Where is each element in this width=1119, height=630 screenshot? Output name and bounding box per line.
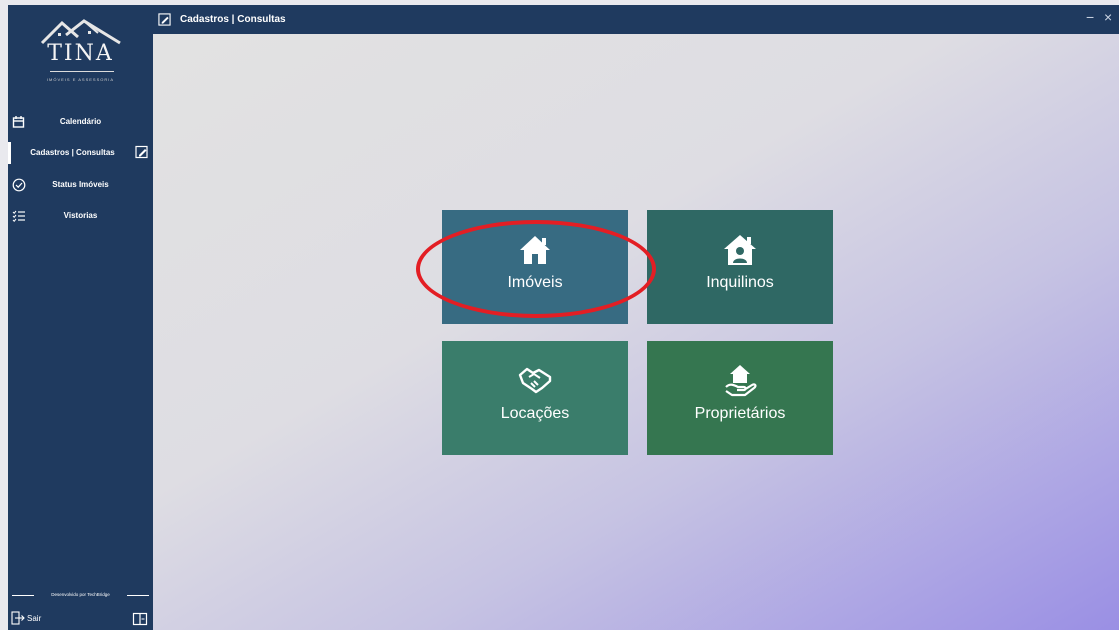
sidebar-item-calendario[interactable]: Calendário xyxy=(8,109,153,135)
tile-label: Inquilinos xyxy=(706,274,774,291)
sidebar-item-cadastros[interactable]: Cadastros | Consultas xyxy=(8,140,153,166)
minimize-button[interactable]: − xyxy=(1086,9,1094,25)
handshake-icon xyxy=(518,367,552,394)
close-button[interactable]: × xyxy=(1104,9,1112,25)
logout-button[interactable]: Sair xyxy=(11,611,71,627)
tile-locacoes[interactable]: Locações xyxy=(442,341,628,455)
sidebar-item-label: Calendário xyxy=(59,117,102,126)
sidebar: TINA IMÓVEIS E ASSESSORIA Calendário Cad… xyxy=(8,5,153,630)
house-in-hand-icon xyxy=(725,365,757,397)
logo-divider xyxy=(50,71,114,72)
credit-divider xyxy=(127,595,149,596)
main-content: Imóveis Inquilinos Locações Proprietário… xyxy=(153,34,1119,630)
sidebar-item-label: Cadastros | Consultas xyxy=(30,148,115,157)
logout-icon xyxy=(11,611,25,625)
tile-label: Locações xyxy=(500,405,570,422)
window-title: Cadastros | Consultas xyxy=(180,14,286,25)
tile-imoveis[interactable]: Imóveis xyxy=(442,210,628,324)
house-person-icon xyxy=(724,235,756,265)
sidebar-item-vistorias[interactable]: Vistorias xyxy=(8,203,153,229)
book-icon[interactable] xyxy=(132,611,148,627)
tile-label: Proprietários xyxy=(694,405,786,422)
logo-text: TINA xyxy=(47,41,114,66)
tile-label: Imóveis xyxy=(507,274,563,291)
tile-inquilinos[interactable]: Inquilinos xyxy=(647,210,833,324)
logo: TINA IMÓVEIS E ASSESSORIA xyxy=(8,11,153,101)
sidebar-item-label: Status Imóveis xyxy=(52,180,109,189)
edit-document-icon xyxy=(135,145,148,159)
house-icon xyxy=(520,236,550,264)
logout-label: Sair xyxy=(27,614,42,623)
sidebar-item-status-imoveis[interactable]: Status Imóveis xyxy=(8,172,153,198)
sidebar-item-label: Vistorias xyxy=(63,211,98,220)
title-bar: Cadastros | Consultas − × xyxy=(153,5,1119,34)
tile-proprietarios[interactable]: Proprietários xyxy=(647,341,833,455)
edit-document-icon xyxy=(158,13,171,26)
logo-subtitle: IMÓVEIS E ASSESSORIA xyxy=(46,77,115,82)
